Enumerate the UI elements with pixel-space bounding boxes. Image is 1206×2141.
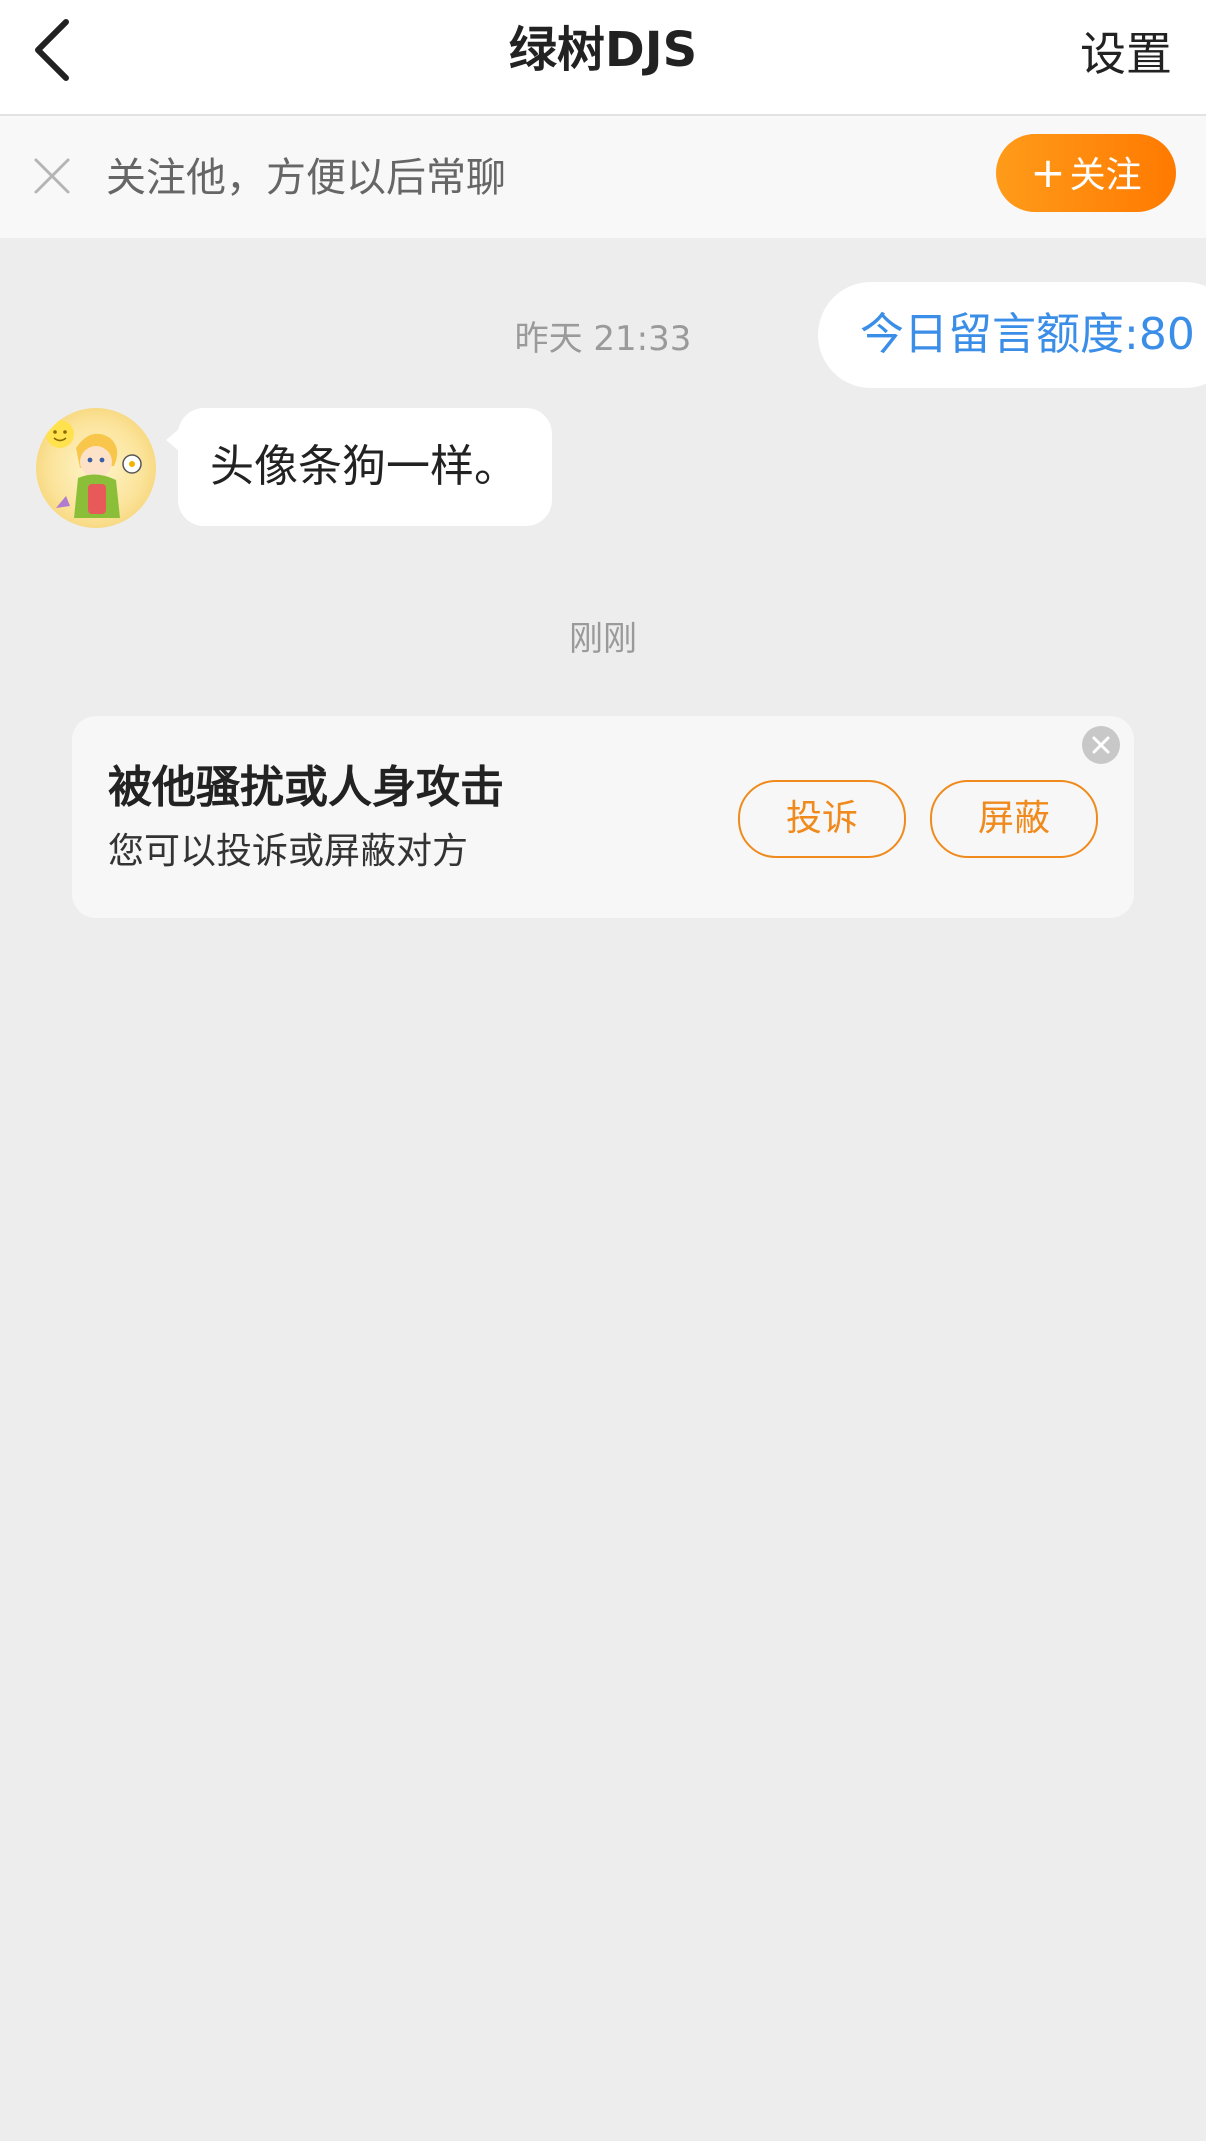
follow-suggestion-bar: 关注他，方便以后常聊 + 关注 bbox=[0, 116, 1206, 238]
follow-button-label: 关注 bbox=[1069, 155, 1142, 196]
report-card-subtitle: 您可以投诉或屏蔽对方 bbox=[108, 831, 469, 872]
block-button[interactable]: 屏蔽 bbox=[930, 780, 1098, 858]
plus-icon: + bbox=[1030, 148, 1066, 197]
message-timestamp: 刚刚 bbox=[569, 619, 637, 659]
follow-button[interactable]: + 关注 bbox=[996, 134, 1176, 212]
avatar-illustration bbox=[46, 420, 142, 518]
close-card-button[interactable] bbox=[1082, 726, 1120, 764]
navigation-bar: 绿树DJS 设置 bbox=[0, 0, 1206, 116]
received-message-bubble[interactable]: 头像条狗一样。 bbox=[178, 408, 552, 526]
message-timestamp: 昨天 21:33 bbox=[514, 319, 692, 359]
complain-button[interactable]: 投诉 bbox=[738, 780, 906, 858]
report-card-title: 被他骚扰或人身攻击 bbox=[108, 762, 504, 813]
page-title: 绿树DJS bbox=[508, 22, 698, 78]
harassment-report-card: 被他骚扰或人身攻击 您可以投诉或屏蔽对方 投诉 屏蔽 bbox=[72, 716, 1134, 918]
close-icon bbox=[34, 158, 70, 194]
settings-button[interactable]: 设置 bbox=[1080, 22, 1172, 86]
avatar[interactable] bbox=[36, 408, 156, 528]
close-circle-icon bbox=[1092, 736, 1110, 754]
dismiss-follow-button[interactable] bbox=[30, 154, 74, 198]
follow-prompt-text: 关注他，方便以后常聊 bbox=[106, 155, 506, 201]
